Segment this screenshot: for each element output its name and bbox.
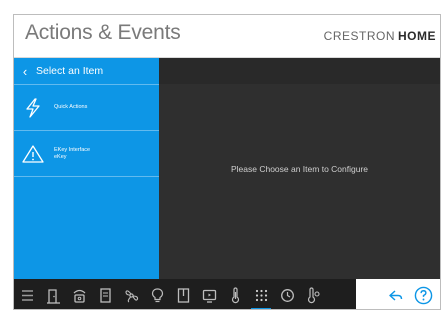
back-arrow-icon[interactable] <box>387 286 403 304</box>
sidebar-item-ekey[interactable]: EKey Interface eKey <box>14 131 159 177</box>
thermometer-icon[interactable] <box>227 286 243 304</box>
keypad-icon[interactable] <box>251 286 271 309</box>
toolbar-right-zone <box>356 279 440 309</box>
sidebar-item-quick-actions[interactable]: Quick Actions <box>14 85 159 131</box>
phone-icon[interactable] <box>71 286 87 304</box>
lightning-icon <box>22 97 44 119</box>
app-window: Actions & Events CRESTRON HOME ‹ Select a… <box>13 14 441 310</box>
display-icon[interactable] <box>201 286 217 304</box>
door-icon[interactable] <box>45 286 61 304</box>
bottom-toolbar <box>14 279 440 309</box>
header: Actions & Events CRESTRON HOME <box>14 15 440 58</box>
sidebar-item-label: EKey Interface eKey <box>54 146 91 160</box>
chevron-left-icon[interactable]: ‹ <box>14 64 36 79</box>
empty-state-message: Please Choose an Item to Configure <box>230 164 369 174</box>
brand-logo: CRESTRON HOME <box>324 29 436 43</box>
main-panel: Please Choose an Item to Configure <box>159 58 440 279</box>
warning-triangle-icon <box>22 143 44 165</box>
bulb-icon[interactable] <box>149 286 165 304</box>
fan-icon[interactable] <box>123 286 139 304</box>
brand-light: CRESTRON <box>323 29 395 43</box>
door-panel-icon[interactable] <box>97 286 113 304</box>
clock-icon[interactable] <box>279 286 295 304</box>
sidebar-header[interactable]: ‹ Select an Item <box>14 58 159 85</box>
shade-icon[interactable] <box>175 286 191 304</box>
menu-icon[interactable] <box>19 286 35 304</box>
sidebar-item-label: Quick Actions <box>54 104 88 110</box>
sidebar-header-label: Select an Item <box>36 65 104 77</box>
sidebar: ‹ Select an Item Quick Actions EKey Inte… <box>14 58 159 279</box>
page-title: Actions & Events <box>25 21 181 44</box>
brand-bold: HOME <box>398 29 436 43</box>
sensor-icon[interactable] <box>305 286 321 304</box>
help-icon[interactable] <box>413 286 433 304</box>
main-topbar <box>159 58 440 84</box>
